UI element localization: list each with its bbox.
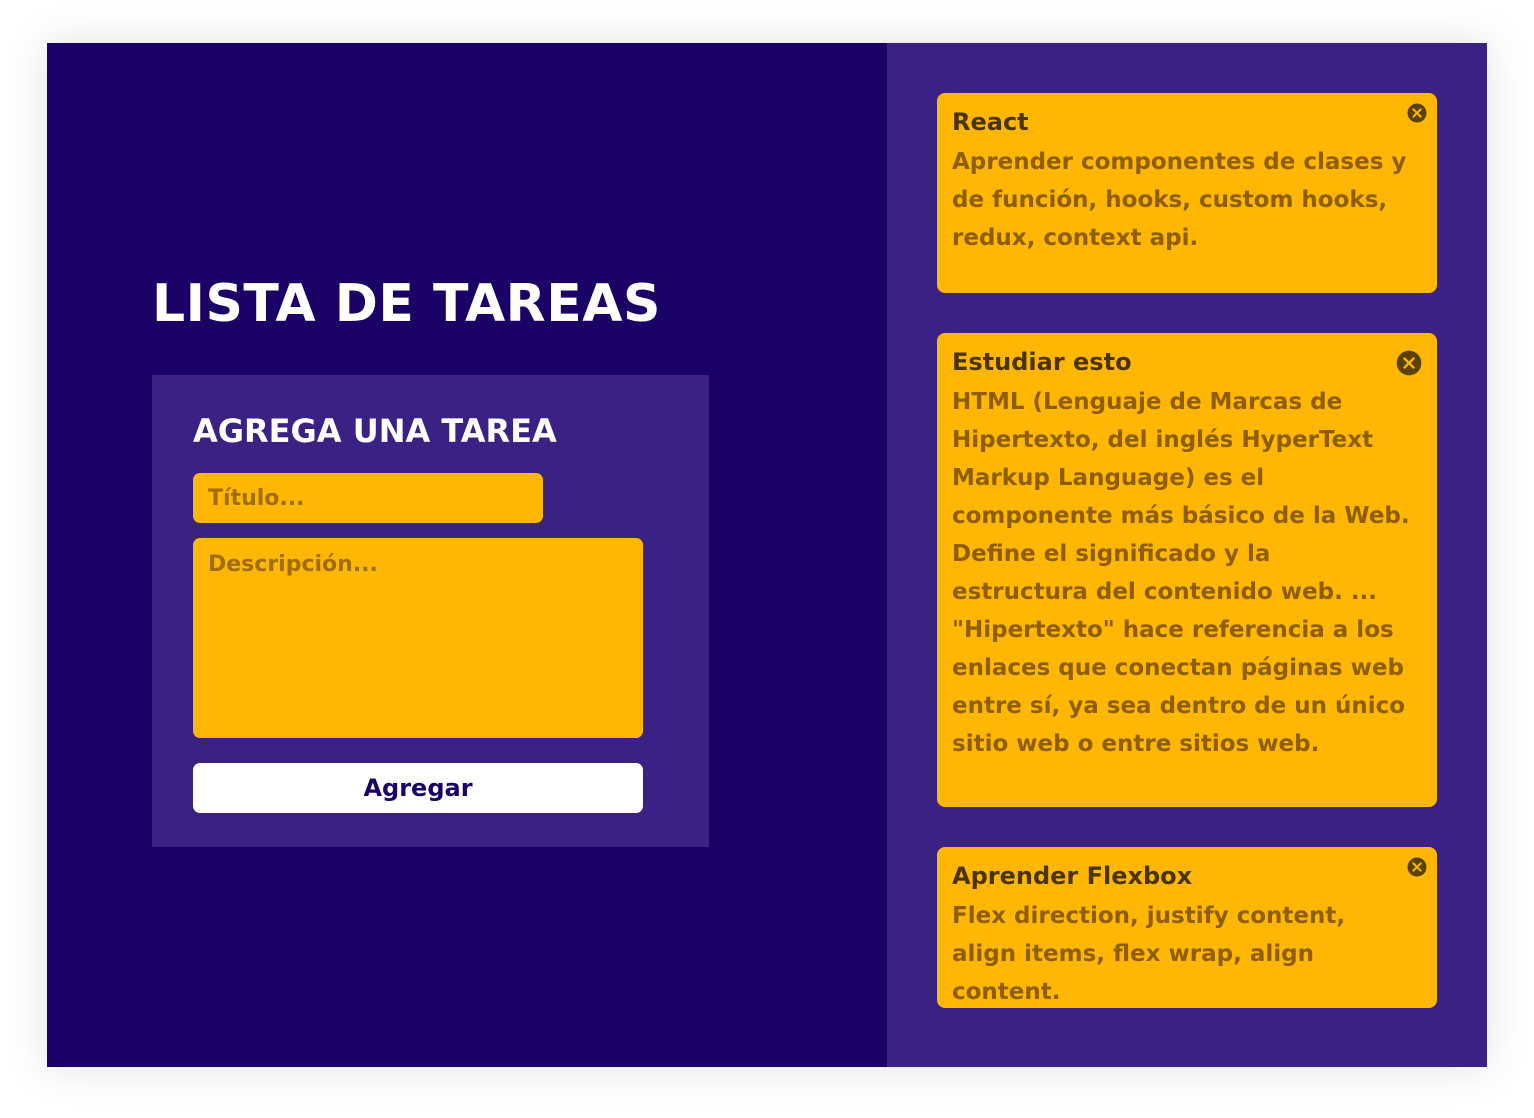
close-circle-icon[interactable]: [1407, 103, 1427, 123]
task-description-input[interactable]: [193, 538, 643, 738]
task-title: Estudiar esto: [952, 348, 1132, 376]
add-task-button[interactable]: Agregar: [193, 763, 643, 813]
task-description: Flex direction, justify content, align i…: [952, 903, 1346, 1005]
task-title: React: [952, 108, 1029, 136]
task-title: Aprender Flexbox: [952, 862, 1193, 890]
task-description: HTML (Lenguaje de Marcas de Hipertexto, …: [952, 389, 1410, 757]
task-list-panel: React Aprender componentes de clases y d…: [887, 43, 1487, 1067]
close-circle-icon[interactable]: [1407, 857, 1427, 877]
add-task-form: AGREGA UNA TAREA Agregar: [152, 375, 709, 847]
page-title: LISTA DE TAREAS: [152, 274, 661, 334]
task-card: Estudiar esto HTML (Lenguaje de Marcas d…: [937, 333, 1437, 807]
task-card: React Aprender componentes de clases y d…: [937, 93, 1437, 293]
close-circle-icon[interactable]: [1396, 350, 1422, 376]
task-description: Aprender componentes de clases y de func…: [952, 149, 1407, 251]
app-window: LISTA DE TAREAS AGREGA UNA TAREA Agregar…: [47, 43, 1487, 1067]
task-card: Aprender Flexbox Flex direction, justify…: [937, 847, 1437, 1008]
left-panel: LISTA DE TAREAS AGREGA UNA TAREA Agregar: [47, 43, 887, 1067]
form-title: AGREGA UNA TAREA: [193, 412, 557, 450]
task-title-input[interactable]: [193, 473, 543, 523]
